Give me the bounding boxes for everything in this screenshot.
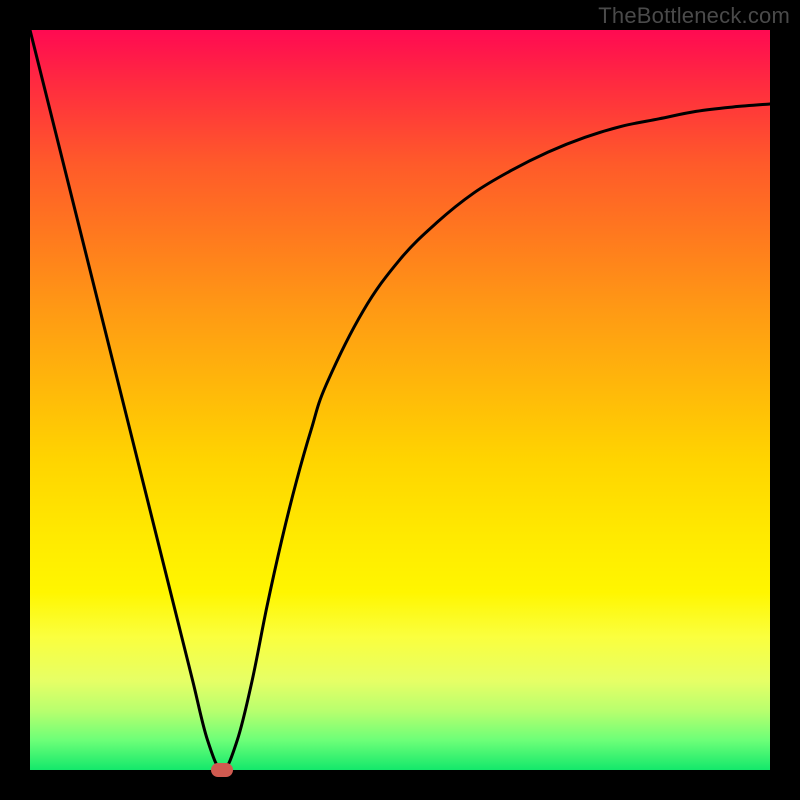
plot-area [30, 30, 770, 770]
bottleneck-curve [30, 30, 770, 770]
minimum-marker [211, 763, 233, 777]
watermark-text: TheBottleneck.com [598, 3, 790, 29]
chart-frame: TheBottleneck.com [0, 0, 800, 800]
